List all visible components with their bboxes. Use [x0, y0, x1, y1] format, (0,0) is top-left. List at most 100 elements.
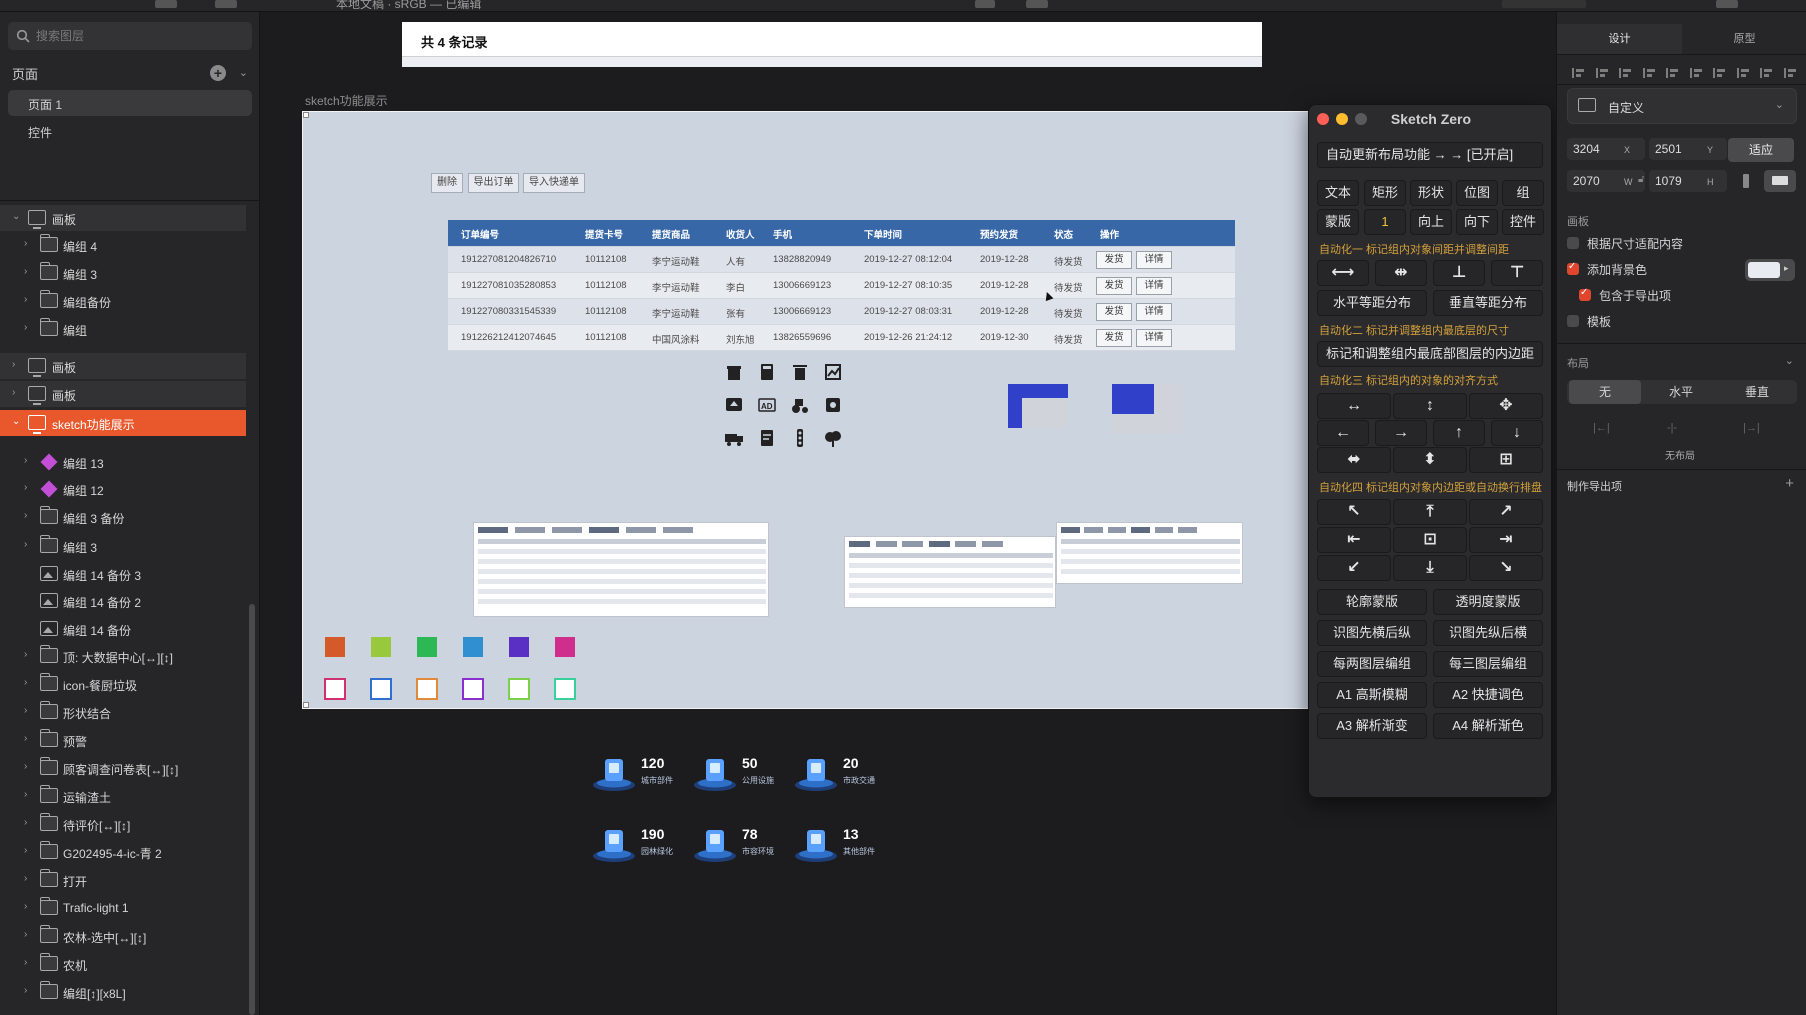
- x-field[interactable]: 3204: [1567, 138, 1645, 160]
- garbage-bin-icon[interactable]: [724, 362, 744, 382]
- toolbar-insert-icon[interactable]: [215, 0, 237, 8]
- chevron-right-icon[interactable]: ›: [24, 705, 27, 716]
- layer-row[interactable]: › 编组 4: [0, 232, 246, 258]
- landscape-toggle[interactable]: [1764, 170, 1796, 192]
- chevron-right-icon[interactable]: ›: [12, 387, 15, 398]
- resize-handle[interactable]: [303, 702, 309, 708]
- action-button[interactable]: A4 解析渐色: [1433, 713, 1543, 739]
- layer-row[interactable]: ›编组 14 备份 2: [0, 588, 246, 614]
- resize-handle[interactable]: [303, 112, 309, 118]
- chevron-right-icon[interactable]: ›: [24, 510, 27, 521]
- corner-top-left-icon[interactable]: ↖: [1317, 499, 1391, 525]
- spacing-h2-icon[interactable]: ⇹: [1375, 260, 1427, 286]
- layer-row[interactable]: › 编组 12: [0, 476, 246, 502]
- layout-align-center-icon[interactable]: -|-: [1667, 422, 1677, 434]
- layer-row[interactable]: › 画板: [0, 381, 246, 407]
- layer-row[interactable]: › 画板: [0, 353, 246, 379]
- align-left-icon[interactable]: [1571, 66, 1585, 80]
- outline-swatch[interactable]: [554, 678, 576, 700]
- sidebar-scrollbar[interactable]: [249, 604, 255, 1015]
- layer-row[interactable]: ›编组 14 备份 3: [0, 561, 246, 587]
- layer-row[interactable]: › 运输渣土: [0, 783, 246, 809]
- distribute-v-icon[interactable]: [1736, 66, 1750, 80]
- color-swatch[interactable]: [325, 637, 345, 657]
- distribute-vertical-button[interactable]: 垂直等距分布: [1433, 290, 1543, 316]
- color-swatch[interactable]: [555, 637, 575, 657]
- width-field[interactable]: 2070: [1567, 170, 1645, 192]
- detail-button[interactable]: 详情: [1136, 329, 1172, 347]
- outline-swatch[interactable]: [416, 678, 438, 700]
- action-button[interactable]: 每三图层编组: [1433, 651, 1543, 677]
- corner-bottom-right-icon[interactable]: ↘: [1469, 555, 1543, 581]
- distribute-horizontal-button[interactable]: 水平等距分布: [1317, 290, 1427, 316]
- chevron-right-icon[interactable]: ›: [24, 873, 27, 884]
- distribute-h-icon[interactable]: [1642, 66, 1656, 80]
- chevron-right-icon[interactable]: ›: [24, 677, 27, 688]
- action-button[interactable]: 识图先纵后横: [1433, 620, 1543, 646]
- edge-right-icon[interactable]: ⇥: [1469, 527, 1543, 553]
- type-button[interactable]: 蒙版: [1317, 209, 1359, 235]
- ad-icon[interactable]: AD: [757, 395, 777, 415]
- top-artboard[interactable]: 共 4 条记录: [402, 22, 1262, 67]
- arrow-right-icon[interactable]: →: [1375, 420, 1427, 446]
- layer-row[interactable]: › icon-餐厨垃圾: [0, 671, 246, 697]
- type-button[interactable]: 形状: [1410, 180, 1452, 206]
- color-swatch[interactable]: [417, 637, 437, 657]
- layer-row[interactable]: › 农林-选中[↔][↕]: [0, 923, 246, 949]
- calculator-icon[interactable]: [757, 362, 777, 382]
- y-field[interactable]: 2501: [1649, 138, 1727, 160]
- color-swatch[interactable]: [509, 637, 529, 657]
- layout-align-left-icon[interactable]: |←|: [1593, 422, 1610, 434]
- layer-row[interactable]: › 打开: [0, 867, 246, 893]
- layer-row[interactable]: › 编组 13: [0, 449, 246, 475]
- action-button[interactable]: A2 快捷调色: [1433, 682, 1543, 708]
- delete-button[interactable]: 删除: [431, 173, 463, 193]
- tab-prototype[interactable]: 原型: [1682, 24, 1806, 54]
- color-swatch[interactable]: [463, 637, 483, 657]
- edge-left-icon[interactable]: ⇤: [1317, 527, 1391, 553]
- detail-button[interactable]: 详情: [1136, 277, 1172, 295]
- layer-row[interactable]: › 形状结合: [0, 699, 246, 725]
- align-middle-v-icon[interactable]: [1689, 66, 1703, 80]
- align-top-icon[interactable]: [1665, 66, 1679, 80]
- layer-row[interactable]: ⌄ 画板: [0, 205, 246, 231]
- outline-swatch[interactable]: [370, 678, 392, 700]
- chevron-right-icon[interactable]: ›: [24, 294, 27, 305]
- preset-select[interactable]: 自定义 ⌄: [1567, 88, 1797, 124]
- layer-row[interactable]: › 编组: [0, 316, 246, 342]
- thumbnail-table-1[interactable]: [473, 522, 769, 617]
- layout-align-right-icon[interactable]: |→|: [1743, 422, 1760, 434]
- chevron-right-icon[interactable]: ›: [24, 266, 27, 277]
- layer-row[interactable]: › Trafic-light 1: [0, 895, 246, 921]
- tab-design[interactable]: 设计: [1557, 24, 1682, 54]
- layer-row[interactable]: › 预警: [0, 727, 246, 753]
- chevron-right-icon[interactable]: ›: [24, 845, 27, 856]
- add-export-button[interactable]: +: [1785, 475, 1794, 492]
- arrow-left-icon[interactable]: ←: [1317, 420, 1369, 446]
- chevron-right-icon[interactable]: ›: [24, 539, 27, 550]
- action-button[interactable]: 透明度蒙版: [1433, 589, 1543, 615]
- tree-icon[interactable]: [823, 428, 843, 448]
- add-bg-checkbox[interactable]: [1567, 261, 1579, 275]
- chevron-right-icon[interactable]: ›: [24, 817, 27, 828]
- artboard-sketch-demo[interactable]: 删除 导出订单 导入快递单 订单编号 提货卡号 提货商品 收货人 手机 下单时间 预约发货 状…: [302, 111, 1374, 709]
- arrows-vertical-icon[interactable]: ↕: [1393, 393, 1467, 419]
- tidy-icon[interactable]: [1759, 66, 1773, 80]
- truck-icon[interactable]: [724, 428, 744, 448]
- import-express-button[interactable]: 导入快递单: [523, 173, 585, 193]
- ship-button[interactable]: 发货: [1096, 329, 1132, 347]
- add-page-button[interactable]: +: [210, 65, 226, 81]
- fill-all-icon[interactable]: ⊞: [1469, 447, 1543, 473]
- chevron-down-icon[interactable]: ⌄: [12, 211, 20, 222]
- stat-badge[interactable]: 13 其他部件: [793, 824, 1003, 866]
- trash-icon[interactable]: [790, 362, 810, 382]
- layer-row[interactable]: › 编组 3 备份: [0, 504, 246, 530]
- layer-count-field[interactable]: 1: [1364, 209, 1406, 235]
- chart-icon[interactable]: [823, 362, 843, 382]
- ship-button[interactable]: 发货: [1096, 251, 1132, 269]
- chevron-right-icon[interactable]: ›: [24, 761, 27, 772]
- search-input[interactable]: [36, 26, 236, 46]
- layer-row[interactable]: › G202495-4-ic-青 2: [0, 839, 246, 865]
- color-swatch[interactable]: [371, 637, 391, 657]
- padding-button[interactable]: 标记和调整组内最底部图层的内边距: [1317, 341, 1543, 367]
